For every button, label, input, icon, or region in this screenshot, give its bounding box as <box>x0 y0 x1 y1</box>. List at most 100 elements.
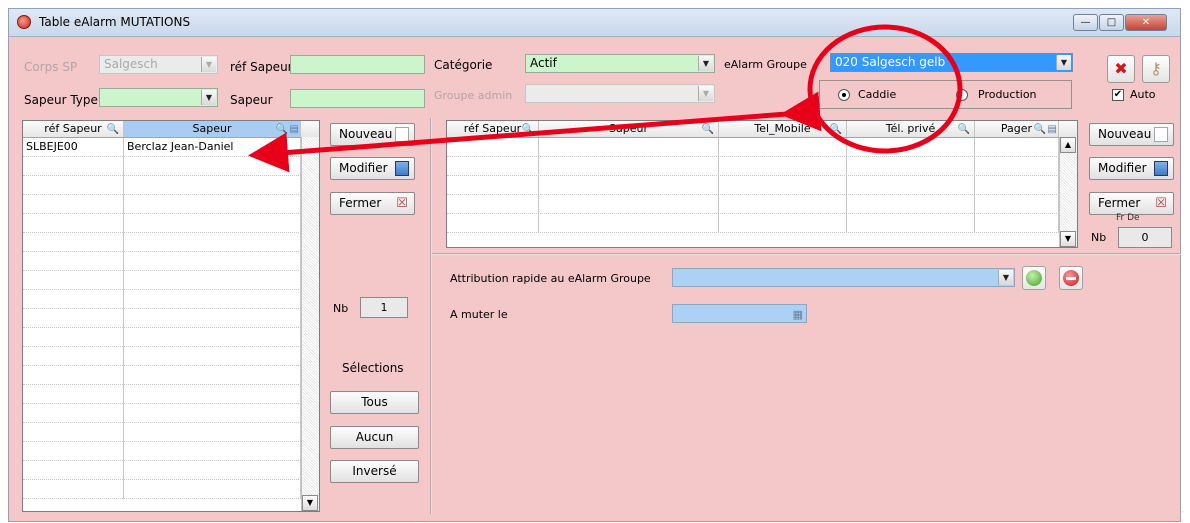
empty-table-row[interactable] <box>23 423 319 442</box>
search-icon[interactable]: 🔍 <box>958 122 970 137</box>
empty-table-row[interactable] <box>447 157 1077 176</box>
empty-table-row[interactable] <box>447 214 1077 233</box>
left-fermer-button[interactable]: Fermer ☒ <box>330 192 415 215</box>
scroll-down-button[interactable]: ▼ <box>1060 231 1076 247</box>
right-col-sapeur[interactable]: Sapeur 🔍 <box>539 121 719 137</box>
title-bar: Table eAlarm MUTATIONS — □ ✕ <box>9 9 1180 37</box>
empty-table-row[interactable] <box>23 480 319 499</box>
search-icon[interactable]: 🔍 <box>107 122 119 137</box>
empty-table-row[interactable] <box>23 176 319 195</box>
empty-table-row[interactable] <box>23 404 319 423</box>
auto-checkbox[interactable]: ✔ <box>1112 89 1124 101</box>
ealarm-groupe-label: eAlarm Groupe <box>724 58 807 71</box>
empty-table-row[interactable] <box>447 195 1077 214</box>
left-modifier-button[interactable]: Modifier <box>330 157 415 180</box>
close-x-icon: ☒ <box>1155 196 1167 211</box>
muter-date-input[interactable]: ▦ <box>672 304 807 323</box>
empty-table-row[interactable] <box>23 442 319 461</box>
search-icon[interactable]: 🔍 <box>702 122 714 137</box>
table-cell <box>23 309 124 328</box>
ref-sapeur-filter-input[interactable] <box>290 55 425 74</box>
empty-table-row[interactable] <box>23 366 319 385</box>
right-nouveau-button[interactable]: Nouveau <box>1089 123 1174 146</box>
sapeur-type-label: Sapeur Type <box>24 93 98 107</box>
right-col-tel-prive[interactable]: Tél. privé 🔍 <box>847 121 975 137</box>
empty-table-row[interactable] <box>447 138 1077 157</box>
sapeur-type-select[interactable]: ▼ <box>99 88 218 107</box>
column-icon[interactable]: ▤ <box>1048 122 1057 137</box>
ok-button[interactable] <box>1022 266 1046 290</box>
left-nouveau-button[interactable]: Nouveau <box>330 123 415 146</box>
edit-icon <box>1154 161 1168 176</box>
maximize-button[interactable]: □ <box>1099 14 1124 31</box>
table-cell <box>124 233 301 252</box>
corps-sp-label: Corps SP <box>24 60 78 74</box>
left-col-ref-sapeur[interactable]: réf Sapeur 🔍 <box>23 121 124 137</box>
empty-table-row[interactable] <box>23 195 319 214</box>
minimize-button[interactable]: — <box>1073 14 1098 31</box>
table-cell <box>23 404 124 423</box>
left-col-sapeur-label: Sapeur <box>192 122 232 135</box>
right-col-pager[interactable]: Pager 🔍 ▤ <box>975 121 1059 137</box>
left-col-sapeur[interactable]: Sapeur 🔍 ▤ <box>124 121 301 137</box>
empty-table-row[interactable] <box>447 176 1077 195</box>
empty-table-row[interactable] <box>23 328 319 347</box>
empty-table-row[interactable] <box>23 214 319 233</box>
left-sapeur-grid: réf Sapeur 🔍 Sapeur 🔍 ▤ SLBEJE00 Berclaz Jea… <box>22 120 320 512</box>
resize-grip-icon[interactable]: ⋰ <box>1176 510 1184 519</box>
left-grid-scrollbar[interactable]: ▼ <box>301 137 319 511</box>
search-icon[interactable]: 🔍 <box>1034 122 1046 137</box>
right-grid-scrollbar[interactable]: ▲ ▼ <box>1059 137 1077 247</box>
left-nouveau-label: Nouveau <box>339 127 393 141</box>
left-grid-header: réf Sapeur 🔍 Sapeur 🔍 ▤ <box>23 121 319 138</box>
right-col-ref-sapeur[interactable]: réf Sapeur 🔍 <box>447 121 539 137</box>
splitter-vertical[interactable] <box>430 118 432 514</box>
column-icon[interactable]: ▤ <box>290 122 299 137</box>
attribution-label: Attribution rapide au eAlarm Groupe <box>450 272 651 285</box>
search-icon[interactable]: 🔍 <box>830 122 842 137</box>
empty-table-row[interactable] <box>23 309 319 328</box>
right-col-tel-mobile[interactable]: Tel_Mobile 🔍 <box>719 121 847 137</box>
calendar-icon[interactable]: ▦ <box>793 306 803 322</box>
table-row[interactable]: SLBEJE00 Berclaz Jean-Daniel <box>23 138 319 157</box>
left-nb-value: 1 <box>360 297 408 318</box>
empty-table-row[interactable] <box>23 233 319 252</box>
scroll-down-button[interactable]: ▼ <box>302 495 318 511</box>
right-fermer-button[interactable]: Fermer ☒ <box>1089 192 1174 215</box>
table-cell <box>847 138 975 157</box>
ealarm-groupe-select[interactable]: 020 Salgesch gelb ▼ <box>830 53 1073 72</box>
table-cell <box>23 480 124 499</box>
tous-button[interactable]: Tous <box>330 391 419 414</box>
inverse-button[interactable]: Inversé <box>330 460 419 483</box>
empty-table-row[interactable] <box>23 271 319 290</box>
empty-table-row[interactable] <box>23 290 319 309</box>
attribution-select[interactable]: ▼ <box>672 268 1015 287</box>
stop-button[interactable] <box>1059 266 1083 290</box>
empty-table-row[interactable] <box>23 252 319 271</box>
right-nouveau-label: Nouveau <box>1098 127 1152 141</box>
delete-button[interactable]: ✖ <box>1107 55 1135 83</box>
empty-table-row[interactable] <box>23 347 319 366</box>
close-window-button[interactable]: ✕ <box>1125 14 1167 31</box>
aucun-button[interactable]: Aucun <box>330 426 419 449</box>
empty-table-row[interactable] <box>23 461 319 480</box>
sapeur-filter-input[interactable] <box>290 89 425 108</box>
table-cell <box>124 309 301 328</box>
key-button[interactable]: ⚷ <box>1142 55 1170 83</box>
scroll-up-button[interactable]: ▲ <box>1060 137 1076 153</box>
splitter-horizontal[interactable] <box>432 253 1181 255</box>
caddie-radio[interactable] <box>838 89 850 101</box>
categorie-select[interactable]: Actif ▼ <box>525 54 715 73</box>
empty-table-row[interactable] <box>23 385 319 404</box>
search-icon[interactable]: 🔍 <box>522 122 534 137</box>
table-cell <box>847 157 975 176</box>
table-cell <box>124 366 301 385</box>
production-radio[interactable] <box>956 89 968 101</box>
search-icon[interactable]: 🔍 <box>276 122 288 137</box>
groupe-admin-select[interactable]: ▼ <box>525 84 715 103</box>
empty-table-row[interactable] <box>23 157 319 176</box>
table-cell <box>719 157 847 176</box>
corps-sp-select[interactable]: Salgesch ▼ <box>99 55 218 74</box>
right-col-ref-sapeur-label: réf Sapeur <box>463 122 522 135</box>
right-modifier-button[interactable]: Modifier <box>1089 157 1174 180</box>
